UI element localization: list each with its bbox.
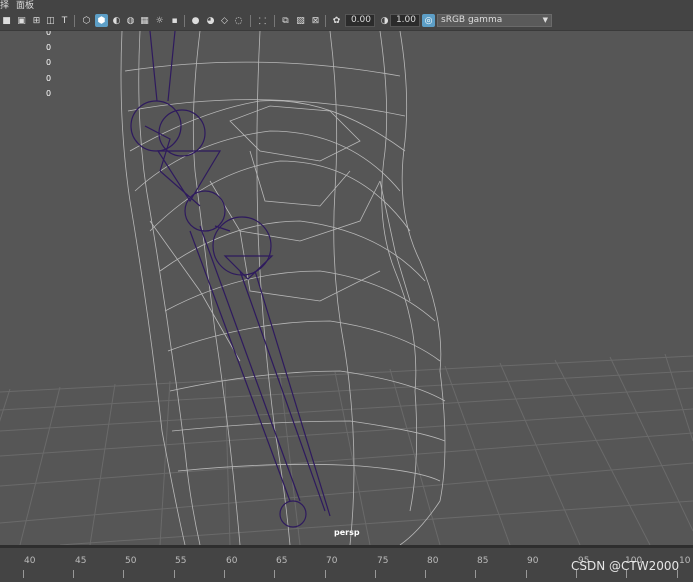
- time-tick-mark: [274, 570, 275, 578]
- menu-item-select[interactable]: 择: [0, 0, 9, 12]
- text-icon[interactable]: T: [58, 14, 71, 27]
- gate-icon[interactable]: ◫: [44, 14, 57, 27]
- time-tick-mark: [425, 570, 426, 578]
- time-tick-label: 60: [226, 556, 238, 566]
- maya-viewport-window: 择 面板 ■ ▣ ⊞ ◫ T ⬡ ⬢ ◐ ◍ ▦ ☼ ▪ ● ◕ ◇ ◌ ⸬ ⧉…: [0, 0, 693, 582]
- toolbar-separator: [74, 15, 75, 27]
- chevron-down-icon: ▼: [542, 16, 548, 24]
- sphere-b-icon[interactable]: ◕: [204, 14, 217, 27]
- time-tick-mark: [375, 570, 376, 578]
- time-tick-label: 55: [175, 556, 187, 566]
- exposure-icon[interactable]: ✿: [330, 14, 343, 27]
- time-tick-mark: [526, 570, 527, 578]
- hud-value: 0: [46, 43, 52, 52]
- light-icon[interactable]: ☼: [153, 14, 166, 27]
- half-circle-icon[interactable]: ◐: [110, 14, 123, 27]
- menu-item-panels[interactable]: 面板: [16, 0, 34, 12]
- hud-value: 0: [46, 31, 52, 37]
- hatch-icon[interactable]: ◍: [124, 14, 137, 27]
- scale-icon[interactable]: ▧: [294, 14, 307, 27]
- time-tick-mark: [325, 570, 326, 578]
- toolbar-separator: [274, 15, 275, 27]
- camera-icon[interactable]: ■: [0, 14, 13, 27]
- time-tick-label: 80: [427, 556, 439, 566]
- resolution-icon[interactable]: ⊠: [309, 14, 322, 27]
- time-tick-label: 10: [679, 556, 691, 566]
- gamma-field[interactable]: 1.00: [390, 14, 420, 27]
- sphere-a-icon[interactable]: ●: [189, 14, 202, 27]
- hud-value: 0: [46, 58, 52, 67]
- time-tick-mark: [174, 570, 175, 578]
- hud-row: 0: [0, 31, 60, 42]
- time-tick-label: 40: [24, 556, 36, 566]
- camera-label: persp: [334, 528, 360, 537]
- time-tick-mark: [23, 570, 24, 578]
- grid-icon[interactable]: ⊞: [30, 14, 43, 27]
- time-tick-mark: [73, 570, 74, 578]
- wireframe-cube-icon[interactable]: ⬡: [80, 14, 93, 27]
- viewport-scene: [0, 31, 693, 545]
- toolbar-separator: [250, 15, 251, 27]
- time-tick-label: 45: [75, 556, 87, 566]
- toolbar-separator: [325, 15, 326, 27]
- exposure-field[interactable]: 0.00: [345, 14, 375, 27]
- shadow-icon[interactable]: ▪: [168, 14, 181, 27]
- hud-row: 0: [0, 74, 60, 88]
- ground-grid: [0, 353, 693, 545]
- grid-toggle-icon[interactable]: ⸬: [256, 14, 269, 27]
- isolate-icon[interactable]: ◇: [218, 14, 231, 27]
- time-tick-mark: [475, 570, 476, 578]
- time-tick-mark: [123, 570, 124, 578]
- perspective-viewport[interactable]: 0 0 0 0 0 persp: [0, 31, 693, 545]
- xray-icon[interactable]: ◌: [232, 14, 245, 27]
- colorspace-icon[interactable]: ◎: [422, 14, 435, 27]
- panel-toolbar: ■ ▣ ⊞ ◫ T ⬡ ⬢ ◐ ◍ ▦ ☼ ▪ ● ◕ ◇ ◌ ⸬ ⧉ ▧ ⊠ …: [0, 12, 693, 31]
- watermark: CSDN @CTW2000: [571, 559, 680, 573]
- smooth-shade-icon[interactable]: ⬢: [95, 14, 108, 27]
- color-space-value: sRGB gamma: [441, 15, 503, 25]
- leg-mesh-wireframe: [120, 31, 446, 545]
- hud-value: 0: [46, 89, 52, 98]
- time-tick-label: 50: [125, 556, 137, 566]
- time-tick-label: 75: [377, 556, 389, 566]
- checker-icon[interactable]: ▦: [138, 14, 151, 27]
- hud-row: 0: [0, 89, 60, 103]
- hud-value: 0: [46, 74, 52, 83]
- panel-menubar: 择 面板: [0, 0, 693, 12]
- time-tick-label: 65: [276, 556, 288, 566]
- color-space-dropdown[interactable]: sRGB gamma ▼: [437, 14, 552, 27]
- toolbar-separator: [184, 15, 185, 27]
- time-tick-mark: [224, 570, 225, 578]
- film-icon[interactable]: ▣: [15, 14, 28, 27]
- hud-row: 0: [0, 43, 60, 57]
- time-tick-label: 90: [527, 556, 539, 566]
- image-plane-icon[interactable]: ⧉: [279, 14, 292, 27]
- time-tick-label: 85: [477, 556, 489, 566]
- time-tick-label: 70: [326, 556, 338, 566]
- hud-row: 0: [0, 58, 60, 72]
